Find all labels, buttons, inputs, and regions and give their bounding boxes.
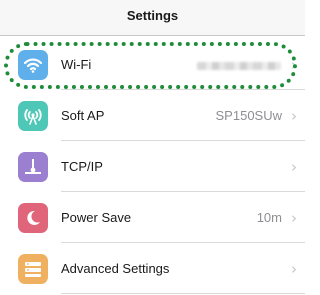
divider (61, 293, 305, 294)
settings-row-advanced[interactable]: Advanced Settings › (0, 243, 305, 294)
settings-row-wifi[interactable]: Wi-Fi › (0, 39, 305, 90)
row-label: TCP/IP (61, 159, 103, 174)
page-title: Settings (126, 8, 179, 23)
settings-row-tcp-ip[interactable]: TCP/IP › (0, 141, 305, 192)
row-label: Power Save (61, 210, 132, 225)
chevron-right-icon: › (291, 157, 297, 176)
row-value: SP150SUw (215, 108, 282, 123)
settings-row-power-save[interactable]: Power Save 10m › (0, 192, 305, 243)
row-value: 10m (256, 210, 282, 225)
settings-list-icon (18, 253, 48, 284)
row-label: Soft AP (61, 108, 105, 123)
settings-row-soft-ap[interactable]: Soft AP SP150SUw › (0, 90, 305, 141)
navigation-bar: Settings (0, 0, 305, 36)
chevron-right-icon: › (291, 55, 297, 74)
wifi-icon (18, 49, 48, 80)
moon-icon (18, 202, 48, 233)
chevron-right-icon: › (291, 259, 297, 278)
redacted-ssid (197, 62, 281, 70)
soft-ap-icon (18, 100, 48, 131)
chevron-right-icon: › (291, 106, 297, 125)
tcp-ip-icon (18, 151, 48, 182)
chevron-right-icon: › (291, 208, 297, 227)
row-label: Wi-Fi (61, 57, 92, 72)
row-label: Advanced Settings (61, 261, 170, 276)
